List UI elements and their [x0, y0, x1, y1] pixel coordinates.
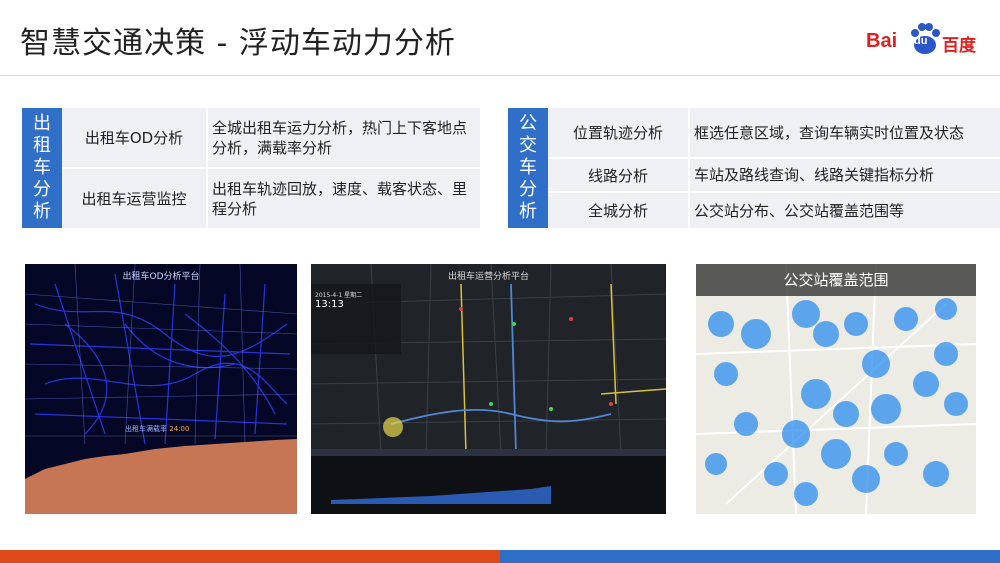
table-row: 线路分析 车站及路线查询、线路关键指标分析 [548, 159, 1000, 193]
title-divider [0, 75, 1000, 76]
category-char: 租 [33, 135, 51, 156]
taxi-ops-screenshot: 出租车运营分析平台 2015-4-1 星期二 13:13 [311, 264, 666, 514]
category-char: 交 [519, 135, 537, 156]
table-row: 出租车运营监控 出租车轨迹回放，速度、载客状态、里程分析 [62, 169, 480, 228]
category-char: 分 [33, 179, 51, 200]
feature-name: 全城分析 [548, 193, 690, 228]
ops-platform-title: 出租车运营分析平台 [447, 272, 529, 282]
taxi-od-screenshot: 出租车OD分析平台 出租车满载率 24:00 [25, 264, 297, 514]
feature-name: 位置轨迹分析 [548, 108, 690, 157]
table-row: 位置轨迹分析 框选任意区域，查询车辆实时位置及状态 [548, 108, 1000, 159]
footer-bar-red [0, 550, 500, 563]
taxi-analysis-table: 出 租 车 分 析 出租车OD分析 全城出租车运力分析，热门上下客地点分析，满载… [22, 108, 480, 228]
logo-text-cn: 百度 [942, 36, 976, 56]
table-row: 全城分析 公交站分布、公交站覆盖范围等 [548, 193, 1000, 228]
category-char: 析 [33, 201, 51, 222]
feature-description: 车站及路线查询、线路关键指标分析 [694, 166, 935, 184]
logo-text-du: du [914, 35, 928, 47]
load-rate-time: 24:00 [169, 425, 190, 433]
bus-coverage-screenshot: 公交站覆盖范围 [696, 264, 976, 514]
bus-analysis-table: 公 交 车 分 析 位置轨迹分析 框选任意区域，查询车辆实时位置及状态 线路分析… [508, 108, 1000, 228]
logo-text-bai: Bai [866, 30, 898, 52]
category-char: 公 [519, 113, 537, 134]
baidu-logo: Bai du 百度 [866, 22, 984, 58]
page-title: 智慧交通决策 - 浮动车动力分析 [20, 26, 456, 61]
ops-clock: 13:13 [315, 299, 344, 310]
feature-name: 出租车运营监控 [62, 169, 208, 228]
ops-map-graphic [311, 264, 666, 514]
feature-name: 出租车OD分析 [62, 108, 208, 167]
coverage-title: 公交站覆盖范围 [696, 264, 976, 296]
category-char: 析 [519, 201, 537, 222]
table-row: 出租车OD分析 全城出租车运力分析，热门上下客地点分析，满载率分析 [62, 108, 480, 169]
feature-description: 出租车轨迹回放，速度、载客状态、里程分析 [212, 179, 468, 218]
footer-bar-blue [500, 550, 1000, 563]
bus-category-label: 公 交 车 分 析 [508, 108, 548, 228]
category-char: 车 [33, 157, 51, 178]
feature-description: 全城出租车运力分析，热门上下客地点分析，满载率分析 [212, 118, 468, 157]
category-char: 车 [519, 157, 537, 178]
category-char: 出 [33, 113, 51, 134]
feature-description: 框选任意区域，查询车辆实时位置及状态 [694, 123, 965, 142]
od-map-graphic [25, 264, 297, 514]
footer-color-bar [0, 550, 1000, 563]
load-rate-text: 出租车满载率 [125, 425, 167, 433]
feature-description: 公交站分布、公交站覆盖范围等 [694, 201, 905, 220]
ops-date: 2015-4-1 星期二 [315, 292, 363, 299]
coverage-map-graphic [696, 264, 976, 514]
load-rate-label: 出租车满载率 24:00 [125, 424, 189, 434]
category-char: 分 [519, 179, 537, 200]
taxi-category-label: 出 租 车 分 析 [22, 108, 62, 228]
feature-name: 线路分析 [548, 159, 690, 191]
od-platform-title: 出租车OD分析平台 [122, 272, 200, 282]
